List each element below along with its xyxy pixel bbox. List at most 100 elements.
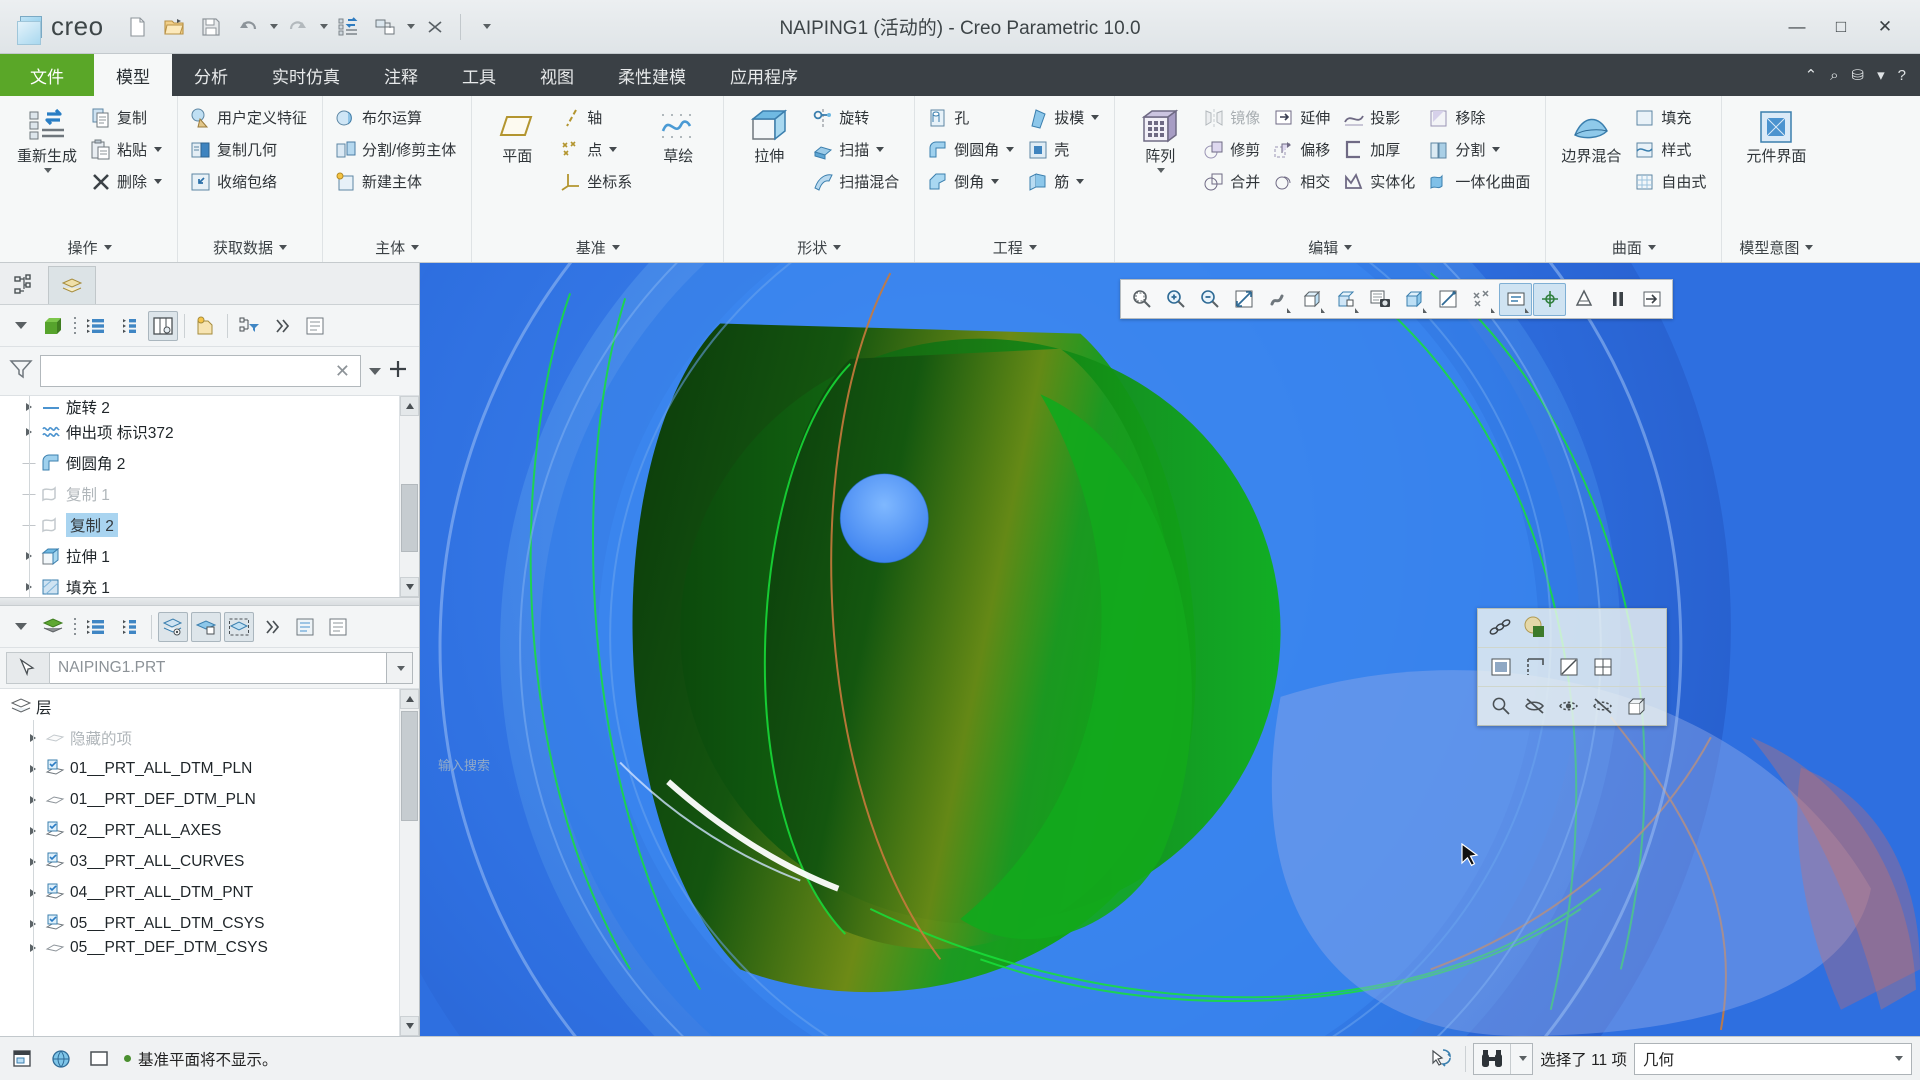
split-surface-dropdown-icon[interactable] bbox=[1492, 147, 1501, 152]
model-tree[interactable]: 旋转 2 伸出项 标识372 — 倒圆角 2 — bbox=[0, 395, 419, 597]
model-tree-tab[interactable] bbox=[0, 266, 48, 304]
tree-filter-dropdown[interactable] bbox=[5, 311, 35, 341]
pattern-command[interactable]: 阵列 bbox=[1123, 102, 1197, 174]
scroll-up-button[interactable] bbox=[400, 689, 419, 709]
draft-dropdown-icon[interactable] bbox=[1091, 115, 1100, 120]
green-cube-icon[interactable] bbox=[38, 311, 68, 341]
remove-command[interactable]: 移除 bbox=[1424, 102, 1537, 133]
layer-options-button[interactable] bbox=[323, 612, 353, 642]
clipping-button[interactable] bbox=[1635, 283, 1668, 316]
sweep-command[interactable]: 扫描 bbox=[808, 134, 906, 165]
qat-customize-button[interactable] bbox=[469, 10, 503, 44]
link-globe-icon[interactable] bbox=[46, 1043, 78, 1075]
chamfer-dropdown-icon[interactable] bbox=[991, 179, 1000, 184]
draft-command[interactable]: 拔模 bbox=[1023, 102, 1106, 133]
collapse-ribbon-icon[interactable]: ⌃ bbox=[1805, 66, 1818, 84]
group-title-get-data[interactable]: 获取数据 bbox=[182, 232, 318, 262]
save-button[interactable] bbox=[194, 10, 228, 44]
tree-columns-button[interactable] bbox=[148, 310, 178, 341]
group-title-operations[interactable]: 操作 bbox=[6, 232, 173, 262]
pause-button[interactable] bbox=[1601, 283, 1634, 316]
tab-live-simulation[interactable]: 实时仿真 bbox=[250, 54, 362, 96]
tree-filter-input[interactable] bbox=[47, 362, 331, 380]
window-button[interactable] bbox=[368, 10, 402, 44]
trim-command[interactable]: 修剪 bbox=[1199, 134, 1267, 165]
layer-row-all-dtm-pln[interactable]: 01__PRT_ALL_DTM_PLN bbox=[0, 753, 399, 784]
vertical-dots-icon[interactable] bbox=[71, 616, 79, 638]
fill-command[interactable]: 填充 bbox=[1630, 102, 1713, 133]
layer-select-button[interactable] bbox=[224, 611, 254, 642]
new-file-button[interactable] bbox=[120, 10, 154, 44]
perspective-button[interactable] bbox=[1431, 283, 1464, 316]
account-icon[interactable]: ⛁ bbox=[1852, 66, 1865, 84]
refit-button[interactable] bbox=[1227, 283, 1260, 316]
sketch-command[interactable]: 草绘 bbox=[641, 102, 715, 167]
tab-file[interactable]: 文件 bbox=[0, 54, 94, 96]
model-tree-scrollbar[interactable] bbox=[399, 396, 419, 597]
model-window-icon[interactable] bbox=[8, 1043, 40, 1075]
filter-dropdown-icon[interactable] bbox=[367, 367, 381, 375]
zoom-in-button[interactable] bbox=[1159, 283, 1192, 316]
layer-settings-button[interactable] bbox=[290, 612, 320, 642]
shell-command[interactable]: 壳 bbox=[1023, 134, 1106, 165]
group-title-engineering[interactable]: 工程 bbox=[919, 232, 1110, 262]
tab-view[interactable]: 视图 bbox=[518, 54, 596, 96]
appearance-button[interactable] bbox=[1567, 283, 1600, 316]
layer-model-name[interactable]: NAIPING1.PRT bbox=[50, 652, 387, 684]
binoculars-icon[interactable] bbox=[1474, 1044, 1510, 1074]
copy-command[interactable]: 复制 bbox=[86, 102, 169, 133]
pattern-dropdown-icon[interactable] bbox=[1157, 167, 1166, 173]
new-body-command[interactable]: 新建主体 bbox=[331, 166, 463, 197]
datum-display-button[interactable] bbox=[1465, 283, 1498, 316]
layer-filter-dropdown[interactable] bbox=[5, 612, 35, 642]
split-body-command[interactable]: 分割/修剪主体 bbox=[331, 134, 463, 165]
surface-fill-icon[interactable] bbox=[1486, 653, 1516, 681]
tree-row-copy-1[interactable]: — 复制 1 bbox=[0, 478, 399, 509]
tree-row-fill-1[interactable]: 填充 1 bbox=[0, 571, 399, 597]
spin-center-button[interactable] bbox=[1533, 282, 1566, 316]
layer-row-def-dtm-pln[interactable]: 01__PRT_DEF_DTM_PLN bbox=[0, 784, 399, 815]
extrude-command[interactable]: 拉伸 bbox=[732, 102, 806, 167]
udf-command[interactable]: 用户定义特征 bbox=[186, 102, 314, 133]
regenerate-button[interactable] bbox=[331, 10, 365, 44]
merge-command[interactable]: 合并 bbox=[1199, 166, 1267, 197]
unified-surface-command[interactable]: 一体化曲面 bbox=[1424, 166, 1537, 197]
split-surface-command[interactable]: 分割 bbox=[1424, 134, 1537, 165]
collapse-all-button[interactable] bbox=[115, 311, 145, 341]
tree-filter-input-wrap[interactable]: ✕ bbox=[40, 355, 361, 387]
surface-diagonal-icon[interactable] bbox=[1554, 653, 1584, 681]
zoom-window-button[interactable] bbox=[1125, 283, 1158, 316]
tree-display-button[interactable] bbox=[191, 311, 221, 341]
expand-all-button[interactable] bbox=[82, 311, 112, 341]
mirror-command[interactable]: 镜像 bbox=[1199, 102, 1267, 133]
shrinkwrap-command[interactable]: 收缩包络 bbox=[186, 166, 314, 197]
undo-dropdown-icon[interactable] bbox=[269, 24, 278, 29]
datum-plane-command[interactable]: 平面 bbox=[480, 102, 554, 167]
style-command[interactable]: 样式 bbox=[1630, 134, 1713, 165]
layer-collapse-button[interactable] bbox=[115, 612, 145, 642]
panel-splitter[interactable] bbox=[0, 597, 419, 606]
annotation-display-button[interactable] bbox=[1499, 282, 1532, 316]
regenerate-command[interactable]: 重新生成 bbox=[10, 102, 84, 174]
group-title-shapes[interactable]: 形状 bbox=[728, 232, 910, 262]
layer-expand-button[interactable] bbox=[82, 612, 112, 642]
rib-command[interactable]: 筋 bbox=[1023, 166, 1106, 197]
saved-view-button[interactable] bbox=[1295, 283, 1328, 316]
swept-blend-command[interactable]: 扫描混合 bbox=[808, 166, 906, 197]
tree-row-round-2[interactable]: — 倒圆角 2 bbox=[0, 447, 399, 478]
coordinate-system-command[interactable]: 坐标系 bbox=[556, 166, 639, 197]
layer-row-all-dtm-pnt[interactable]: 04__PRT_ALL_DTM_PNT bbox=[0, 877, 399, 908]
layer-tree-tab[interactable] bbox=[48, 266, 96, 304]
group-title-body[interactable]: 主体 bbox=[327, 232, 467, 262]
chevron-down-icon[interactable]: ▾ bbox=[1877, 66, 1885, 84]
find-dropdown-icon[interactable] bbox=[1510, 1043, 1532, 1074]
scroll-up-button[interactable] bbox=[400, 396, 419, 416]
layer-row-all-dtm-csys[interactable]: 05__PRT_ALL_DTM_CSYS bbox=[0, 908, 399, 939]
chain-icon[interactable] bbox=[1486, 614, 1516, 642]
offset-command[interactable]: 偏移 bbox=[1269, 134, 1337, 165]
surface-corner-icon[interactable] bbox=[1520, 653, 1550, 681]
close-button[interactable]: ✕ bbox=[1864, 10, 1906, 44]
layer-isolate-button[interactable] bbox=[191, 611, 221, 642]
solidify-command[interactable]: 实体化 bbox=[1339, 166, 1422, 197]
tree-row-extrude-1[interactable]: 拉伸 1 bbox=[0, 540, 399, 571]
